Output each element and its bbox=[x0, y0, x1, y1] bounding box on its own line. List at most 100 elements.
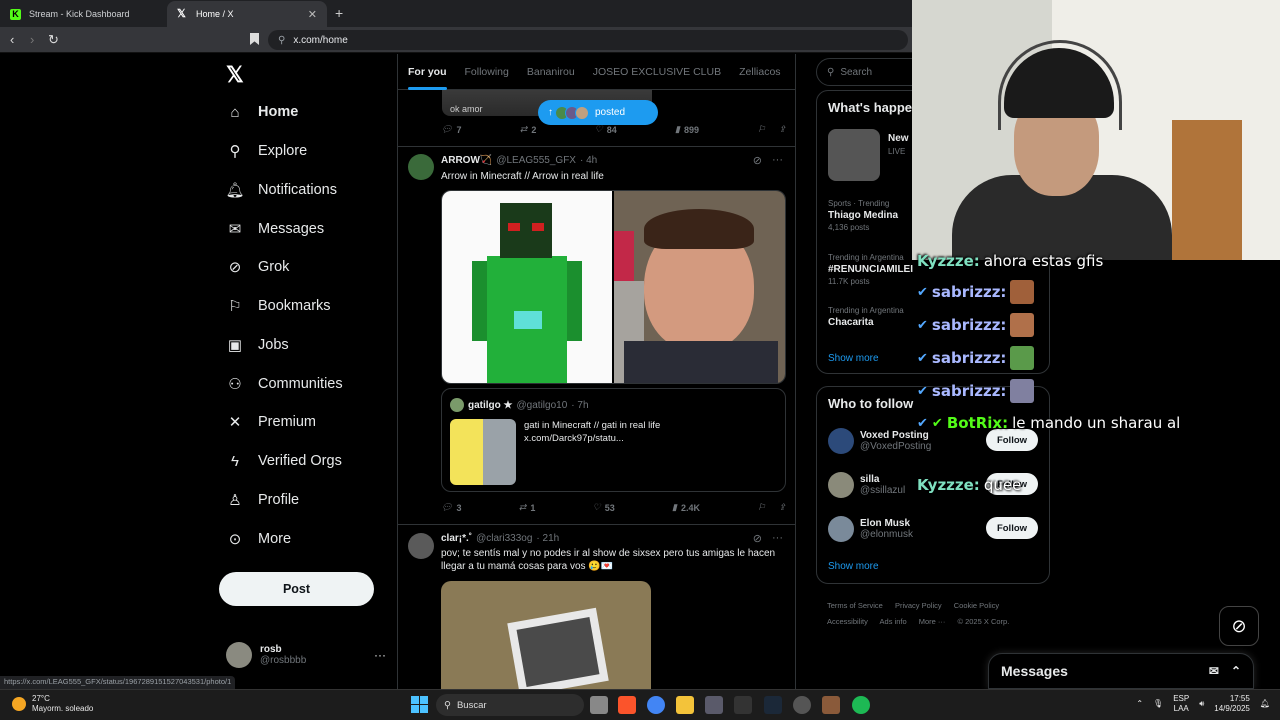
expand-icon[interactable]: ⌃ bbox=[1231, 664, 1241, 678]
nav-explore[interactable]: ⚲ Explore bbox=[226, 136, 308, 166]
new-posts-pill[interactable]: ↑ posted bbox=[538, 100, 658, 125]
like-button[interactable]: ♡ 84 bbox=[595, 124, 617, 135]
grok-icon[interactable]: ⊘ bbox=[753, 532, 762, 545]
tab-home-x[interactable]: 𝕏 Home / X ✕ bbox=[167, 1, 327, 27]
windows-start-icon[interactable] bbox=[411, 696, 428, 713]
forward-icon[interactable]: › bbox=[30, 32, 34, 47]
tab-kick-dashboard[interactable]: K Stream - Kick Dashboard bbox=[0, 1, 167, 27]
x-logo-icon[interactable]: 𝕏 bbox=[226, 62, 244, 88]
live-title[interactable]: New bbox=[888, 133, 909, 144]
nav-grok[interactable]: ⊘ Grok bbox=[226, 252, 290, 282]
like-button[interactable]: ♡ 53 bbox=[593, 502, 615, 513]
repost-button[interactable]: ⇄ 1 bbox=[519, 502, 536, 513]
quote-link[interactable]: x.com/Darck97p/statu... bbox=[524, 432, 774, 445]
nav-notifications[interactable]: 🔔︎ Notifications bbox=[225, 175, 337, 205]
nav-premium[interactable]: ✕ Premium bbox=[226, 407, 316, 437]
footer-link[interactable]: Terms of Service bbox=[827, 601, 883, 610]
footer-link[interactable]: Cookie Policy bbox=[954, 601, 999, 610]
follow-button[interactable]: Follow bbox=[986, 517, 1038, 539]
notifications-icon[interactable]: 🔔︎ bbox=[1260, 699, 1270, 709]
more-dots-icon[interactable]: ··· bbox=[772, 154, 783, 167]
nav-communities[interactable]: ⚇ Communities bbox=[226, 369, 342, 399]
footer-link[interactable]: Accessibility bbox=[827, 617, 868, 626]
trend-item[interactable]: Trending in Argentina Chacarita bbox=[828, 305, 904, 329]
author-name[interactable]: clar¡*.˚ bbox=[441, 533, 472, 544]
author-handle[interactable]: @clari333og bbox=[476, 533, 532, 544]
bookmark-share[interactable]: ⚐ ⇪ bbox=[757, 124, 786, 135]
compose-message-icon[interactable]: ✉ bbox=[1209, 664, 1219, 678]
chrome-icon[interactable] bbox=[647, 696, 665, 714]
bookmark-share[interactable]: ⚐ ⇪ bbox=[757, 502, 786, 513]
task-view-icon[interactable] bbox=[590, 696, 608, 714]
views-button[interactable]: ▮ 899 bbox=[675, 124, 699, 135]
minecraft-skin-image[interactable] bbox=[442, 191, 612, 383]
store-icon[interactable] bbox=[705, 696, 723, 714]
nav-jobs[interactable]: ▣ Jobs bbox=[226, 330, 289, 360]
url-field[interactable]: ⚲ x.com/home bbox=[268, 30, 908, 50]
epic-games-icon[interactable] bbox=[734, 696, 752, 714]
envelope-icon: ✉ bbox=[228, 221, 242, 238]
reply-button[interactable]: 💬︎ 3 bbox=[441, 502, 461, 513]
trend-item[interactable]: Sports · Trending Thiago Medina 4,136 po… bbox=[828, 198, 898, 234]
live-thumbnail[interactable] bbox=[828, 129, 880, 181]
bookmark-page-icon[interactable] bbox=[250, 33, 259, 45]
brave-browser-icon[interactable] bbox=[618, 696, 636, 714]
footer-link[interactable]: Privacy Policy bbox=[895, 601, 942, 610]
follow-suggestion[interactable]: Elon Musk @elonmusk Follow bbox=[828, 513, 1038, 545]
post-button[interactable]: Post bbox=[219, 572, 374, 606]
nav-home[interactable]: ⌂ Home bbox=[226, 97, 298, 127]
language-indicator[interactable]: ESP LAA bbox=[1173, 694, 1189, 714]
nav-profile[interactable]: ♙ Profile bbox=[226, 485, 299, 515]
views-button[interactable]: ▮ 2.4K bbox=[672, 502, 700, 513]
tab-for-you[interactable]: For you bbox=[408, 66, 447, 90]
more-dots-icon[interactable]: ··· bbox=[772, 532, 783, 545]
avatar[interactable] bbox=[408, 533, 434, 559]
reload-icon[interactable]: ↻ bbox=[48, 32, 59, 48]
footer-link[interactable]: More ··· bbox=[919, 617, 946, 626]
steam-icon[interactable] bbox=[764, 696, 782, 714]
nav-bookmarks[interactable]: ⚐ Bookmarks bbox=[226, 291, 330, 321]
clock[interactable]: 17:55 14/9/2025 bbox=[1214, 694, 1250, 714]
mic-icon[interactable]: 🎙︎ bbox=[1153, 699, 1163, 709]
grok-icon[interactable]: ⊘ bbox=[753, 154, 762, 167]
site-info-icon[interactable]: ⚲ bbox=[278, 35, 285, 46]
nav-messages[interactable]: ✉ Messages bbox=[226, 214, 324, 244]
author-name[interactable]: ARROW🏹 bbox=[441, 155, 492, 166]
trend-item[interactable]: Trending in Argentina #RENUNCIAMILEI 11.… bbox=[828, 252, 913, 288]
obs-icon[interactable] bbox=[793, 696, 811, 714]
tweet-media[interactable] bbox=[441, 190, 786, 384]
back-icon[interactable]: ‹ bbox=[10, 32, 14, 47]
tab-bananirou[interactable]: Bananirou bbox=[527, 66, 575, 78]
messages-drawer[interactable]: Messages ✉ ⌃ bbox=[988, 653, 1254, 689]
new-tab-icon[interactable]: + bbox=[335, 5, 343, 21]
more-dots-icon[interactable]: ··· bbox=[374, 648, 386, 662]
show-more-link[interactable]: Show more bbox=[828, 561, 879, 572]
tab-zelliacos[interactable]: Zelliacos bbox=[739, 66, 780, 78]
footer-link[interactable]: Ads info bbox=[880, 617, 907, 626]
tweet-time[interactable]: · 21h bbox=[536, 533, 559, 544]
grok-floating-button[interactable]: ⊘ bbox=[1219, 606, 1259, 646]
tab-following[interactable]: Following bbox=[465, 66, 509, 78]
timeline[interactable]: For you Following Bananirou JOSEO EXCLUS… bbox=[397, 54, 796, 689]
avatar[interactable] bbox=[408, 154, 434, 180]
tweet-media[interactable] bbox=[441, 581, 651, 689]
taskbar-search[interactable]: ⚲ Buscar bbox=[436, 694, 584, 716]
show-more-link[interactable]: Show more bbox=[828, 353, 879, 364]
tweet-time[interactable]: · 4h bbox=[580, 155, 597, 166]
chevron-up-icon[interactable]: ⌃ bbox=[1136, 699, 1143, 709]
close-tab-icon[interactable]: ✕ bbox=[308, 8, 317, 21]
nav-verified-orgs[interactable]: ϟ Verified Orgs bbox=[226, 446, 342, 476]
winrar-icon[interactable] bbox=[822, 696, 840, 714]
reply-button[interactable]: 💬︎ 7 bbox=[441, 124, 461, 135]
account-switcher[interactable]: rosb @rosbbbb ··· bbox=[226, 642, 386, 668]
quoted-tweet[interactable]: gatilgo ★ @gatilgo10 · 7h gati in Minecr… bbox=[441, 388, 786, 492]
spotify-icon[interactable] bbox=[852, 696, 870, 714]
volume-icon[interactable]: 🔊︎ bbox=[1199, 699, 1204, 709]
tab-joseo[interactable]: JOSEO EXCLUSIVE CLUB bbox=[593, 66, 721, 78]
author-handle[interactable]: @LEAG555_GFX bbox=[496, 155, 576, 166]
file-explorer-icon[interactable] bbox=[676, 696, 694, 714]
nav-more[interactable]: ⊙ More bbox=[226, 524, 291, 554]
weather-widget[interactable]: 27°C Mayorm. soleado bbox=[12, 694, 93, 714]
real-life-photo[interactable] bbox=[612, 191, 785, 383]
repost-button[interactable]: ⇄ 2 bbox=[520, 124, 537, 135]
